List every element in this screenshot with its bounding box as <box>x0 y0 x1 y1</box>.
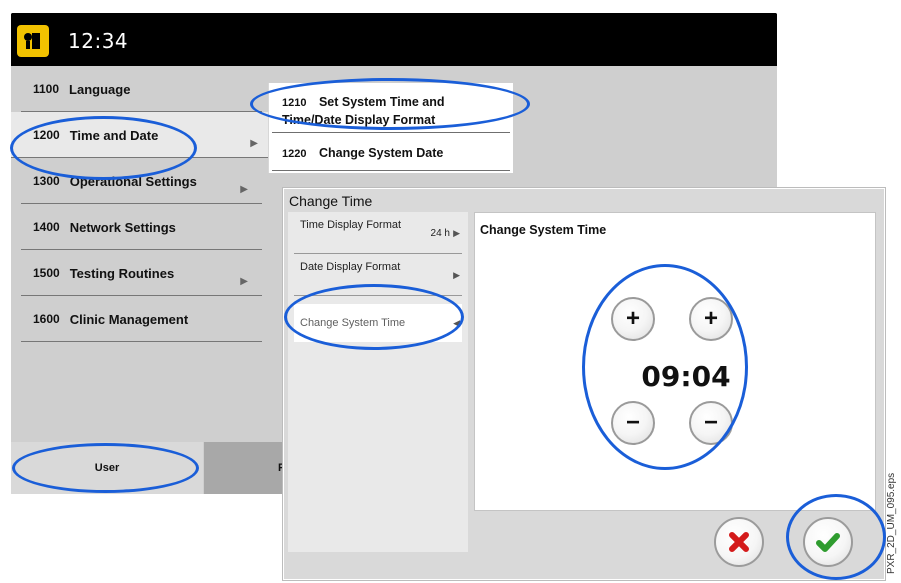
menu-item-label: Time and Date <box>69 128 159 143</box>
title-bar: 12:34 <box>11 13 777 66</box>
menu-item-label: Operational Settings <box>69 174 197 189</box>
dialog-options: Time Display Format 24 h ▶ Date Display … <box>288 212 468 552</box>
submenu-item-number: 1210 <box>282 97 307 109</box>
option-label: Date Display Format <box>300 261 401 273</box>
option-label: Change System Time <box>300 317 406 329</box>
menu-item-label: Testing Routines <box>69 266 175 281</box>
menu-item-network-settings[interactable]: 1400 Network Settings <box>21 204 262 250</box>
menu-item-operational-settings[interactable]: 1300 Operational Settings ▶ <box>21 158 262 204</box>
option-change-system-time[interactable]: Change System Time ◀ <box>294 304 462 342</box>
submenu: 1210 Set System Time and Time/Date Displ… <box>268 83 513 173</box>
menu-item-number: 1300 <box>33 174 60 188</box>
option-label: Time Display Format <box>300 219 402 231</box>
stage: 12:34 1100 Language 1200 Time and Date ▶… <box>0 0 901 583</box>
main-panel-title: Change System Time <box>480 223 607 237</box>
tab-user[interactable]: User <box>11 442 203 494</box>
check-icon <box>816 533 840 552</box>
dialog-title: Change Time <box>289 193 373 209</box>
menu-item-testing-routines[interactable]: 1500 Testing Routines ▶ <box>21 250 262 296</box>
option-time-display-format[interactable]: Time Display Format 24 h ▶ <box>294 212 462 254</box>
chevron-left-icon: ◀ <box>453 318 460 328</box>
menu-item-label: Clinic Management <box>69 312 189 327</box>
submenu-item-number: 1220 <box>282 148 307 160</box>
hour-minus-button[interactable]: − <box>611 401 655 445</box>
option-value: 24 h <box>430 228 450 239</box>
clock: 12:34 <box>68 29 129 53</box>
submenu-item-change-date[interactable]: 1220 Change System Date <box>272 133 510 171</box>
hour-plus-button[interactable]: + <box>611 297 655 341</box>
minute-plus-button[interactable]: + <box>689 297 733 341</box>
menu-item-number: 1200 <box>33 128 60 142</box>
menu-item-label: Language <box>69 82 131 97</box>
menu-item-clinic-management[interactable]: 1600 Clinic Management <box>21 296 262 342</box>
reader-icon-svg <box>24 33 40 49</box>
chevron-right-icon: ▶ <box>250 138 258 149</box>
menu-item-number: 1100 <box>33 82 60 96</box>
menu-item-time-and-date[interactable]: 1200 Time and Date ▶ <box>11 112 272 158</box>
time-value: 09:04 <box>641 360 731 393</box>
menu-item-label: Network Settings <box>69 220 176 235</box>
chevron-right-icon: ▶ <box>240 184 248 195</box>
close-icon <box>729 532 749 552</box>
submenu-item-label: Set System Time and Time/Date Display Fo… <box>282 95 445 127</box>
confirm-button[interactable] <box>803 517 853 567</box>
menu-item-language[interactable]: 1100 Language <box>21 66 262 112</box>
menu-list: 1100 Language 1200 Time and Date ▶ 1300 … <box>11 66 272 442</box>
menu-item-number: 1500 <box>33 266 60 280</box>
chevron-right-icon: ▶ <box>453 270 460 280</box>
chevron-right-icon: ▶ <box>453 228 460 238</box>
cancel-button[interactable] <box>714 517 764 567</box>
change-time-dialog: Change Time Time Display Format 24 h ▶ D… <box>282 187 886 581</box>
minute-minus-button[interactable]: − <box>689 401 733 445</box>
submenu-item-time-format[interactable]: 1210 Set System Time and Time/Date Displ… <box>272 83 510 133</box>
option-date-display-format[interactable]: Date Display Format ▶ <box>294 254 462 296</box>
side-caption: PXR_2D_UM_095.eps <box>886 472 897 574</box>
menu-item-number: 1600 <box>33 312 60 326</box>
tab-second[interactable]: P <box>204 442 294 494</box>
reader-icon <box>17 25 49 57</box>
menu-item-number: 1400 <box>33 220 60 234</box>
submenu-item-label: Change System Date <box>318 146 444 160</box>
chevron-right-icon: ▶ <box>240 276 248 287</box>
